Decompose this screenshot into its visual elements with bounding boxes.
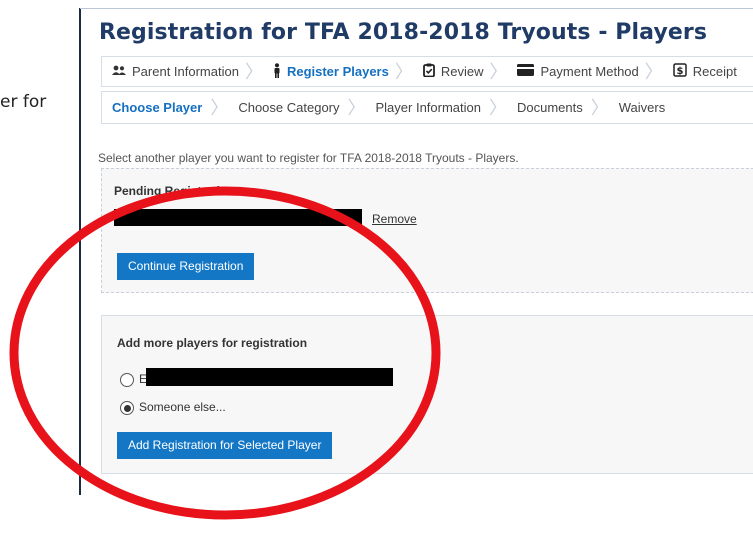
subtab-documents[interactable]: Documents xyxy=(507,100,591,115)
person-icon xyxy=(273,62,281,81)
chevron-right-icon: 〉 xyxy=(347,97,366,118)
remove-link[interactable]: Remove xyxy=(372,212,417,226)
registration-steps: Parent Information 〉 Register Players 〉 … xyxy=(101,56,753,87)
step-review[interactable]: Review xyxy=(413,63,490,80)
step-parent-information[interactable]: Parent Information xyxy=(102,64,245,79)
add-players-title: Add more players for registration xyxy=(117,336,308,350)
subtab-player-information[interactable]: Player Information xyxy=(366,100,490,115)
chevron-right-icon: 〉 xyxy=(590,97,609,118)
chevron-right-icon: 〉 xyxy=(489,61,508,82)
redacted-player-name xyxy=(146,368,393,386)
registration-subtabs: Choose Player 〉 Choose Category 〉 Player… xyxy=(101,91,753,124)
cropped-side-text: er for xyxy=(0,92,47,112)
credit-card-icon xyxy=(517,64,535,79)
subtab-choose-category[interactable]: Choose Category xyxy=(228,100,347,115)
chevron-right-icon: 〉 xyxy=(210,97,229,118)
subtab-choose-player[interactable]: Choose Player xyxy=(102,100,210,115)
chevron-right-icon: 〉 xyxy=(489,97,507,118)
existing-player-radio[interactable] xyxy=(120,373,134,387)
page-title: Registration for TFA 2018-2018 Tryouts -… xyxy=(99,20,708,45)
pending-registrations-title: Pending Registrations xyxy=(114,184,242,198)
someone-else-label: Someone else... xyxy=(139,400,226,414)
users-icon xyxy=(112,64,126,79)
redacted-player-name xyxy=(114,209,362,226)
step-label: Register Players xyxy=(286,64,389,79)
add-players-panel: Add more players for registration E Some… xyxy=(101,315,753,474)
step-label: Receipt xyxy=(692,64,737,79)
step-label: Review xyxy=(440,64,484,79)
step-label: Payment Method xyxy=(540,64,639,79)
subtab-waivers[interactable]: Waivers xyxy=(609,100,673,115)
someone-else-radio[interactable] xyxy=(120,401,134,415)
step-register-players[interactable]: Register Players xyxy=(263,62,395,81)
chevron-right-icon: 〉 xyxy=(244,61,263,82)
continue-registration-button[interactable]: Continue Registration xyxy=(117,253,255,280)
window-top-border xyxy=(80,8,753,9)
window-left-border xyxy=(79,8,81,495)
add-registration-button[interactable]: Add Registration for Selected Player xyxy=(117,432,333,459)
chevron-right-icon: 〉 xyxy=(644,61,663,82)
receipt-icon: $ xyxy=(673,63,687,80)
intro-text: Select another player you want to regist… xyxy=(98,151,519,165)
step-receipt[interactable]: $ Receipt xyxy=(663,63,743,80)
chevron-right-icon: 〉 xyxy=(394,61,413,82)
pending-registrations-panel: Pending Registrations Remove Continue Re… xyxy=(101,168,753,293)
clipboard-icon xyxy=(422,63,435,80)
svg-text:$: $ xyxy=(676,66,683,77)
step-label: Parent Information xyxy=(132,64,239,79)
step-payment-method[interactable]: Payment Method xyxy=(507,64,644,79)
